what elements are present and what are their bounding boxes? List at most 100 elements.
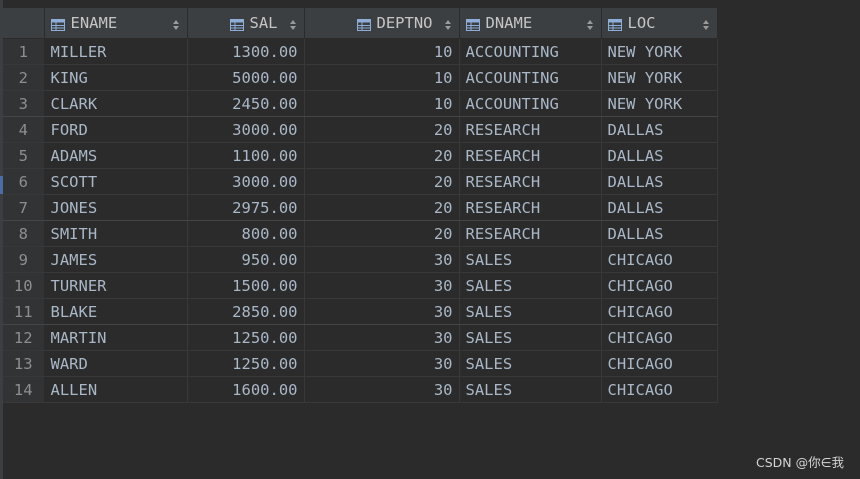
cell-sal[interactable]: 3000.00 (187, 116, 305, 143)
cell-dname[interactable]: ACCOUNTING (459, 64, 602, 91)
cell-dname[interactable]: SALES (459, 350, 602, 377)
cell-ename[interactable]: CLARK (44, 90, 188, 117)
cell-deptno[interactable]: 30 (304, 324, 460, 351)
cell-ename[interactable]: FORD (44, 116, 188, 143)
cell-deptno[interactable]: 10 (304, 64, 460, 91)
cell-ename[interactable]: SCOTT (44, 168, 188, 195)
cell-ename[interactable]: JONES (44, 194, 188, 221)
cell-deptno[interactable]: 30 (304, 246, 460, 273)
cell-loc[interactable]: DALLAS (601, 168, 718, 195)
cell-loc[interactable]: CHICAGO (601, 272, 718, 299)
cell-ename[interactable]: KING (44, 64, 188, 91)
cell-deptno[interactable]: 20 (304, 220, 460, 247)
cell-dname[interactable]: RESEARCH (459, 220, 602, 247)
cell-sal[interactable]: 3000.00 (187, 168, 305, 195)
cell-dname[interactable]: SALES (459, 298, 602, 325)
table-row[interactable]: 8 SMITH 800.00 20 RESEARCH DALLAS (3, 220, 718, 247)
table-row[interactable]: 5 ADAMS 1100.00 20 RESEARCH DALLAS (3, 142, 718, 169)
cell-deptno[interactable]: 10 (304, 38, 460, 65)
cell-sal[interactable]: 950.00 (187, 246, 305, 273)
row-number[interactable]: 6 (3, 168, 45, 195)
cell-dname[interactable]: SALES (459, 272, 602, 299)
row-number[interactable]: 14 (3, 376, 45, 403)
cell-loc[interactable]: CHICAGO (601, 246, 718, 273)
cell-ename[interactable]: WARD (44, 350, 188, 377)
row-number[interactable]: 1 (3, 38, 45, 65)
cell-sal[interactable]: 1100.00 (187, 142, 305, 169)
cell-sal[interactable]: 2850.00 (187, 298, 305, 325)
table-row[interactable]: 2 KING 5000.00 10 ACCOUNTING NEW YORK (3, 64, 718, 91)
cell-ename[interactable]: ADAMS (44, 142, 188, 169)
table-row[interactable]: 9 JAMES 950.00 30 SALES CHICAGO (3, 246, 718, 273)
row-number[interactable]: 3 (3, 90, 45, 117)
cell-dname[interactable]: RESEARCH (459, 116, 602, 143)
table-row[interactable]: 11 BLAKE 2850.00 30 SALES CHICAGO (3, 298, 718, 325)
cell-sal[interactable]: 1600.00 (187, 376, 305, 403)
cell-sal[interactable]: 1250.00 (187, 324, 305, 351)
sort-arrows-icon[interactable] (585, 17, 595, 30)
cell-sal[interactable]: 1250.00 (187, 350, 305, 377)
row-number[interactable]: 5 (3, 142, 45, 169)
cell-deptno[interactable]: 10 (304, 90, 460, 117)
table-row[interactable]: 12 MARTIN 1250.00 30 SALES CHICAGO (3, 324, 718, 351)
cell-ename[interactable]: SMITH (44, 220, 188, 247)
cell-sal[interactable]: 1500.00 (187, 272, 305, 299)
cell-loc[interactable]: DALLAS (601, 194, 718, 221)
cell-loc[interactable]: NEW YORK (601, 38, 718, 65)
sort-arrows-icon[interactable] (443, 17, 453, 30)
row-number[interactable]: 12 (3, 324, 45, 351)
cell-deptno[interactable]: 30 (304, 272, 460, 299)
cell-dname[interactable]: SALES (459, 324, 602, 351)
cell-loc[interactable]: DALLAS (601, 220, 718, 247)
cell-deptno[interactable]: 20 (304, 116, 460, 143)
cell-ename[interactable]: JAMES (44, 246, 188, 273)
cell-loc[interactable]: CHICAGO (601, 376, 718, 403)
sort-arrows-icon[interactable] (171, 17, 181, 30)
row-number[interactable]: 4 (3, 116, 45, 143)
column-header-deptno[interactable]: DEPTNO (304, 8, 460, 39)
column-header-dname[interactable]: DNAME (459, 8, 602, 39)
cell-ename[interactable]: MARTIN (44, 324, 188, 351)
table-row[interactable]: 13 WARD 1250.00 30 SALES CHICAGO (3, 350, 718, 377)
cell-deptno[interactable]: 30 (304, 298, 460, 325)
cell-dname[interactable]: SALES (459, 246, 602, 273)
sort-arrows-icon[interactable] (288, 17, 298, 30)
row-number[interactable]: 9 (3, 246, 45, 273)
cell-dname[interactable]: ACCOUNTING (459, 38, 602, 65)
cell-loc[interactable]: CHICAGO (601, 298, 718, 325)
cell-deptno[interactable]: 30 (304, 376, 460, 403)
cell-dname[interactable]: RESEARCH (459, 168, 602, 195)
cell-deptno[interactable]: 20 (304, 142, 460, 169)
cell-ename[interactable]: ALLEN (44, 376, 188, 403)
cell-sal[interactable]: 2975.00 (187, 194, 305, 221)
row-number[interactable]: 11 (3, 298, 45, 325)
cell-deptno[interactable]: 30 (304, 350, 460, 377)
table-row[interactable]: 14 ALLEN 1600.00 30 SALES CHICAGO (3, 376, 718, 403)
cell-sal[interactable]: 1300.00 (187, 38, 305, 65)
table-row[interactable]: 6 SCOTT 3000.00 20 RESEARCH DALLAS (3, 168, 718, 195)
cell-sal[interactable]: 2450.00 (187, 90, 305, 117)
column-header-sal[interactable]: SAL (187, 8, 305, 39)
row-number-header[interactable] (3, 8, 45, 39)
row-number[interactable]: 2 (3, 64, 45, 91)
cell-dname[interactable]: RESEARCH (459, 142, 602, 169)
cell-loc[interactable]: CHICAGO (601, 350, 718, 377)
table-row[interactable]: 10 TURNER 1500.00 30 SALES CHICAGO (3, 272, 718, 299)
cell-dname[interactable]: SALES (459, 376, 602, 403)
cell-dname[interactable]: RESEARCH (459, 194, 602, 221)
cell-deptno[interactable]: 20 (304, 168, 460, 195)
cell-loc[interactable]: CHICAGO (601, 324, 718, 351)
table-row[interactable]: 4 FORD 3000.00 20 RESEARCH DALLAS (3, 116, 718, 143)
sort-arrows-icon[interactable] (701, 17, 711, 30)
table-row[interactable]: 1 MILLER 1300.00 10 ACCOUNTING NEW YORK (3, 38, 718, 65)
cell-loc[interactable]: DALLAS (601, 142, 718, 169)
cell-ename[interactable]: BLAKE (44, 298, 188, 325)
row-number[interactable]: 10 (3, 272, 45, 299)
cell-loc[interactable]: NEW YORK (601, 90, 718, 117)
cell-ename[interactable]: TURNER (44, 272, 188, 299)
cell-sal[interactable]: 800.00 (187, 220, 305, 247)
row-number[interactable]: 7 (3, 194, 45, 221)
cell-loc[interactable]: NEW YORK (601, 64, 718, 91)
row-number[interactable]: 13 (3, 350, 45, 377)
column-header-ename[interactable]: ENAME (44, 8, 188, 39)
